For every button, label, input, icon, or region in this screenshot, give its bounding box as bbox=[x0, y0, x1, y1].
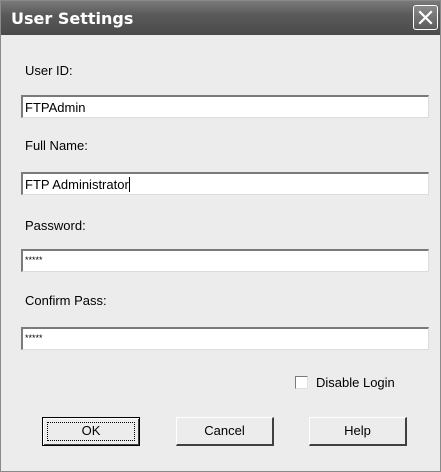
title-bar[interactable]: User Settings bbox=[1, 1, 440, 35]
close-button[interactable] bbox=[413, 5, 438, 30]
close-icon bbox=[418, 10, 433, 25]
disable-login-checkbox[interactable] bbox=[295, 376, 308, 389]
password-label: Password: bbox=[25, 218, 86, 233]
user-settings-dialog: User Settings User ID: FTPAdmin Full Nam… bbox=[0, 0, 441, 472]
text-caret bbox=[128, 177, 130, 192]
confirm-pass-value: ***** bbox=[25, 333, 43, 343]
user-id-value: FTPAdmin bbox=[25, 100, 86, 115]
confirm-pass-field[interactable]: ***** bbox=[21, 327, 429, 350]
user-id-label: User ID: bbox=[25, 63, 73, 78]
confirm-pass-label: Confirm Pass: bbox=[25, 293, 107, 308]
focus-rectangle bbox=[47, 422, 135, 441]
cancel-button[interactable]: Cancel bbox=[176, 417, 274, 446]
dialog-title: User Settings bbox=[11, 9, 134, 28]
full-name-field[interactable]: FTP Administrator bbox=[21, 172, 429, 195]
password-field[interactable]: ***** bbox=[21, 249, 429, 272]
help-button-label: Help bbox=[344, 423, 371, 438]
cancel-button-label: Cancel bbox=[204, 423, 245, 438]
ok-button[interactable]: OK bbox=[42, 417, 140, 446]
disable-login-label: Disable Login bbox=[316, 375, 395, 390]
password-value: ***** bbox=[25, 255, 43, 265]
user-id-field[interactable]: FTPAdmin bbox=[21, 95, 429, 118]
full-name-value: FTP Administrator bbox=[25, 177, 129, 192]
full-name-label: Full Name: bbox=[25, 138, 88, 153]
help-button[interactable]: Help bbox=[309, 417, 407, 446]
